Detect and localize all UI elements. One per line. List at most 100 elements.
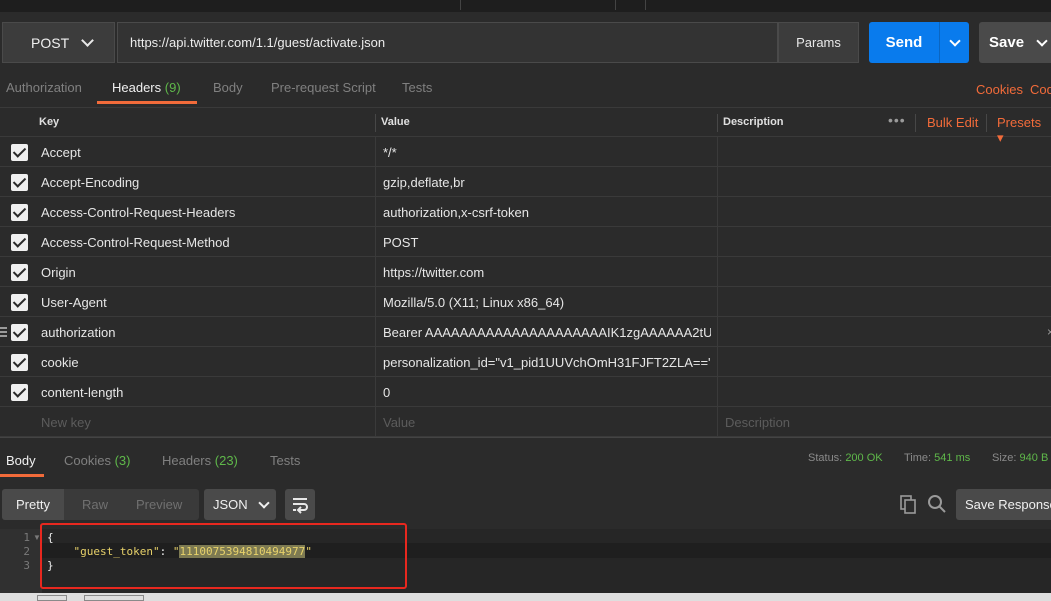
header-key[interactable]: Access-Control-Request-Method [41, 235, 230, 250]
header-key[interactable]: authorization [41, 325, 115, 340]
header-value[interactable]: 0 [383, 385, 711, 400]
row-checkbox[interactable] [11, 324, 28, 341]
column-divider [717, 287, 718, 317]
response-tab-cookies-label: Cookies [64, 453, 111, 468]
more-options-icon[interactable]: ••• [888, 112, 906, 128]
tab-headers[interactable]: Headers (9) [112, 80, 181, 95]
status-indicator: Status: 200 OK [808, 452, 883, 464]
header-key[interactable]: Origin [41, 265, 76, 280]
time-label: Time: [904, 452, 932, 464]
header-key[interactable]: Access-Control-Request-Headers [41, 205, 235, 220]
column-divider [375, 407, 376, 437]
response-tab-cookies[interactable]: Cookies (3) [64, 453, 130, 468]
method-select[interactable]: POST [2, 22, 115, 63]
wrap-lines-button[interactable] [285, 489, 315, 520]
delete-row-icon[interactable]: × [1047, 325, 1051, 339]
header-key[interactable]: content-length [41, 385, 123, 400]
tab-pre-request-script[interactable]: Pre-request Script [271, 80, 376, 95]
save-label: Save [989, 34, 1025, 51]
table-row: Accept */* [0, 137, 1051, 167]
copy-icon[interactable] [898, 494, 918, 514]
header-value[interactable]: Mozilla/5.0 (X11; Linux x86_64) [383, 295, 711, 310]
header-key[interactable]: User-Agent [41, 295, 107, 310]
column-divider [717, 317, 718, 347]
new-header-row: New key Value Description [0, 407, 1051, 437]
line-number: 3 [23, 559, 30, 572]
header-value[interactable]: personalization_id="v1_pid1UUVchOmH31FJF… [383, 355, 711, 370]
params-button[interactable]: Params [778, 22, 859, 63]
column-divider [375, 197, 376, 227]
highlight-annotation-box [40, 523, 407, 589]
column-divider [375, 137, 376, 167]
pretty-button[interactable]: Pretty [2, 489, 64, 520]
line-number: 2 [23, 545, 30, 558]
chevron-down-icon [81, 33, 94, 47]
taskbar-item[interactable] [37, 595, 67, 601]
response-tab-tests[interactable]: Tests [270, 453, 300, 468]
send-dropdown-button[interactable] [939, 22, 969, 63]
header-value[interactable]: gzip,deflate,br [383, 175, 711, 190]
new-key-input[interactable]: New key [41, 415, 91, 430]
row-checkbox[interactable] [11, 144, 28, 161]
row-checkbox[interactable] [11, 234, 28, 251]
url-input[interactable]: https://api.twitter.com/1.1/guest/activa… [117, 22, 778, 63]
new-description-input[interactable]: Description [725, 415, 790, 430]
column-divider [717, 167, 718, 197]
time-value: 541 ms [934, 452, 971, 464]
format-select[interactable]: JSON [204, 489, 276, 520]
strip-divider [645, 0, 646, 10]
row-checkbox[interactable] [11, 204, 28, 221]
column-divider [375, 257, 376, 287]
table-row: content-length 0 [0, 377, 1051, 407]
request-url-bar: POST https://api.twitter.com/1.1/guest/a… [0, 22, 1051, 64]
preview-button[interactable]: Preview [136, 497, 182, 512]
save-response-button[interactable]: Save Response [956, 489, 1051, 520]
header-value[interactable]: Bearer AAAAAAAAAAAAAAAAAAAAAIK1zgAAAAAA2… [383, 325, 711, 340]
view-mode-toggle: Pretty Raw Preview [2, 489, 199, 520]
response-tabs: Body Cookies (3) Headers (23) Tests Stat… [0, 445, 1051, 477]
bulk-edit-link[interactable]: Bulk Edit [927, 115, 978, 130]
line-number: 1 [23, 531, 30, 544]
tab-body[interactable]: Body [213, 80, 243, 95]
header-key[interactable]: Accept [41, 145, 81, 160]
raw-button[interactable]: Raw [82, 497, 108, 512]
header-value[interactable]: */* [383, 145, 711, 160]
save-button[interactable]: Save [979, 22, 1051, 63]
search-icon[interactable] [927, 494, 947, 514]
response-tab-headers[interactable]: Headers (23) [162, 453, 238, 468]
active-tab-indicator [97, 101, 197, 104]
drag-handle-icon[interactable] [0, 327, 7, 337]
chevron-down-icon [258, 496, 270, 509]
header-value[interactable]: https://twitter.com [383, 265, 711, 280]
row-checkbox[interactable] [11, 354, 28, 371]
header-key[interactable]: Accept-Encoding [41, 175, 139, 190]
chevron-down-icon [1036, 34, 1048, 47]
table-row: cookie personalization_id="v1_pid1UUVchO… [0, 347, 1051, 377]
column-divider [717, 347, 718, 377]
response-tab-body[interactable]: Body [6, 453, 36, 468]
tab-tests[interactable]: Tests [402, 80, 432, 95]
code-link[interactable]: Code [1030, 82, 1051, 97]
send-button[interactable]: Send [869, 22, 939, 63]
column-divider [375, 317, 376, 347]
column-divider [375, 167, 376, 197]
wrap-lines-icon [293, 498, 308, 514]
cookies-link[interactable]: Cookies [976, 82, 1023, 97]
time-indicator: Time: 541 ms [904, 452, 970, 464]
taskbar-item[interactable] [84, 595, 144, 601]
size-indicator: Size: 940 B [992, 452, 1048, 464]
tab-authorization[interactable]: Authorization [6, 80, 82, 95]
header-value[interactable]: POST [383, 235, 711, 250]
row-checkbox[interactable] [11, 384, 28, 401]
new-value-input[interactable]: Value [383, 415, 711, 430]
strip-divider [615, 0, 616, 10]
row-checkbox[interactable] [11, 294, 28, 311]
active-tab-indicator [0, 474, 44, 477]
status-label: Status: [808, 452, 843, 464]
header-key[interactable]: cookie [41, 355, 79, 370]
row-checkbox[interactable] [11, 174, 28, 191]
table-row: Origin https://twitter.com [0, 257, 1051, 287]
row-checkbox[interactable] [11, 264, 28, 281]
table-row: authorization Bearer AAAAAAAAAAAAAAAAAAA… [0, 317, 1051, 347]
header-value[interactable]: authorization,x-csrf-token [383, 205, 711, 220]
